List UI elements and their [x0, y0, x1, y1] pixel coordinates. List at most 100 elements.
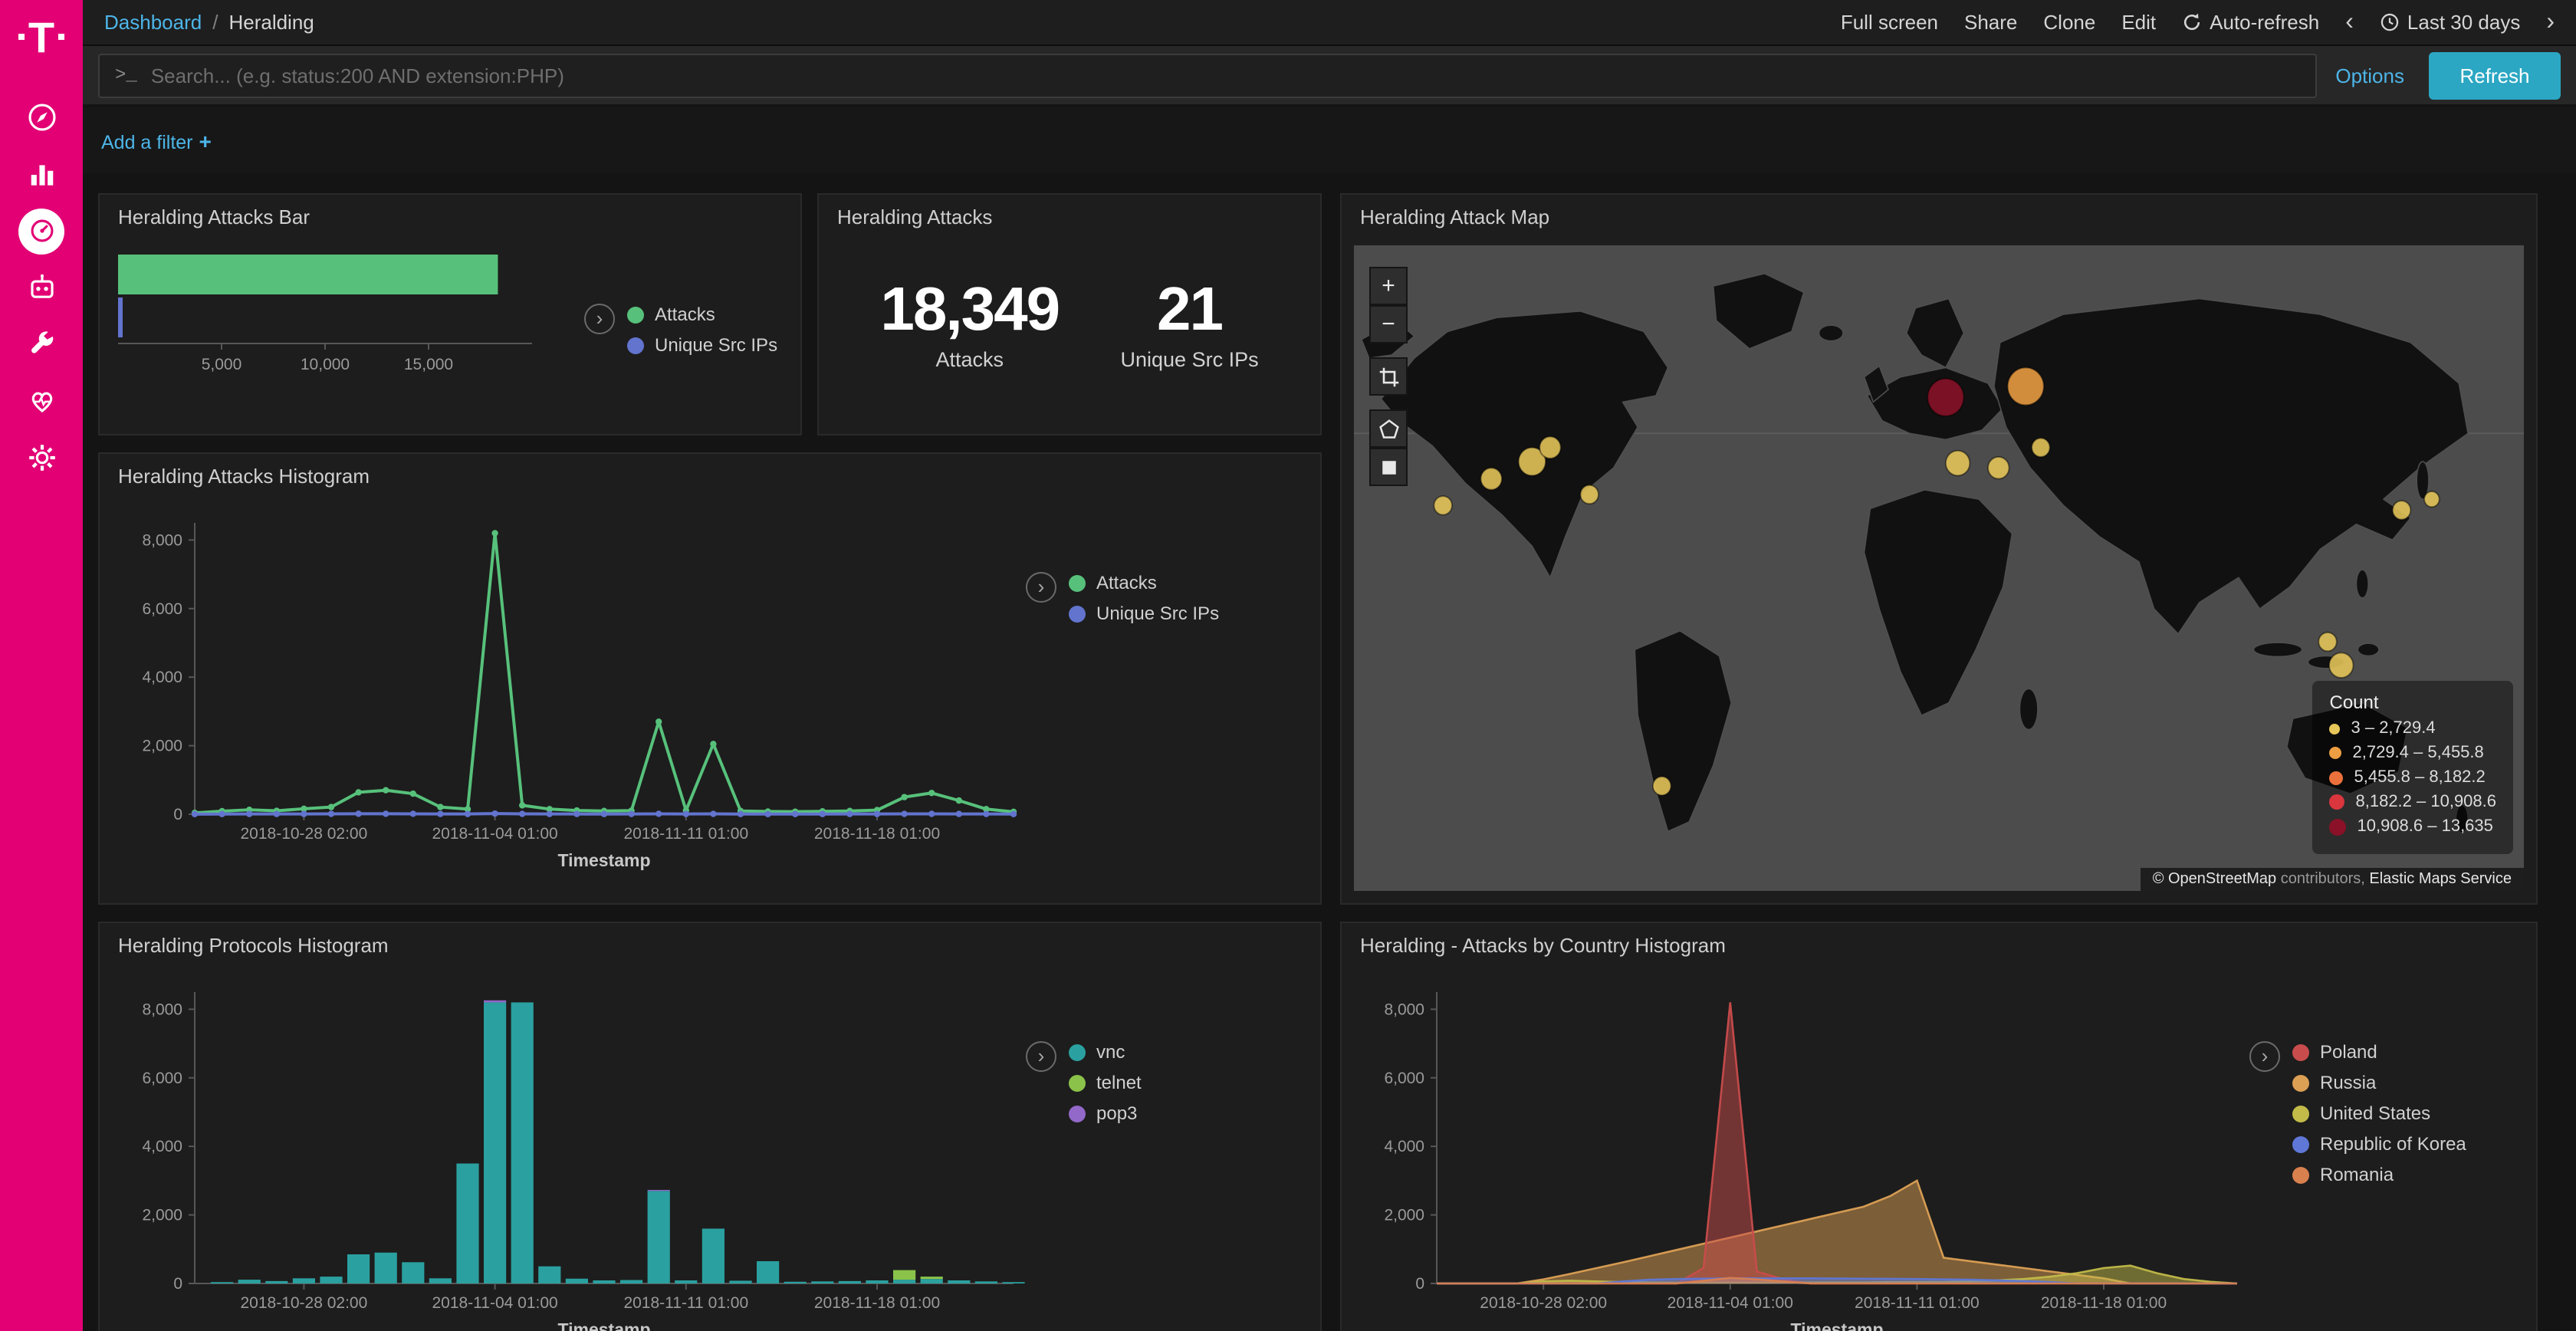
legend-item[interactable]: Republic of Korea	[2292, 1133, 2466, 1155]
svg-text:8,000: 8,000	[1384, 1001, 1424, 1018]
query-bar: >_ Options Refresh	[83, 46, 2576, 106]
edit-button[interactable]: Edit	[2121, 11, 2156, 34]
share-button[interactable]: Share	[1964, 11, 2017, 34]
logo-t: T	[28, 18, 54, 58]
attack-marker[interactable]	[1539, 436, 1561, 458]
time-forward-chevron-icon[interactable]: ›	[2546, 12, 2555, 33]
refresh-button[interactable]: Refresh	[2429, 51, 2561, 99]
attack-marker[interactable]	[1946, 451, 1970, 476]
legend-item[interactable]: pop3	[1069, 1103, 1142, 1124]
svg-text:Timestamp: Timestamp	[557, 850, 650, 870]
legend-item[interactable]: Attacks	[1069, 572, 1219, 593]
attack-marker[interactable]	[1580, 485, 1598, 504]
map-legend-label: 5,455.8 – 8,182.2	[2354, 768, 2486, 787]
legend-item[interactable]: Poland	[2292, 1041, 2466, 1063]
svg-text:2018-11-18 01:00: 2018-11-18 01:00	[2041, 1294, 2167, 1312]
zoom-out-button[interactable]: −	[1369, 305, 1408, 343]
attack-marker[interactable]	[2329, 652, 2354, 678]
sidebar-item-dev-tools[interactable]	[0, 316, 83, 373]
auto-refresh-button[interactable]: Auto-refresh	[2182, 11, 2319, 34]
fit-bounds-button[interactable]	[1369, 357, 1408, 396]
map-legend-dot-icon	[2330, 794, 2345, 810]
wrench-icon	[25, 328, 58, 360]
panel-attacks-metric: Heralding Attacks 18,349 Attacks 21 Uniq…	[817, 193, 1322, 435]
time-back-chevron-icon[interactable]: ‹	[2345, 12, 2354, 33]
gauge-icon	[18, 208, 64, 254]
philippines	[2356, 570, 2368, 598]
clone-button[interactable]: Clone	[2043, 11, 2095, 34]
time-range-picker[interactable]: Last 30 days	[2380, 11, 2520, 34]
legend-item[interactable]: Russia	[2292, 1072, 2466, 1093]
attack-marker[interactable]	[1480, 468, 1502, 490]
draw-polygon-button[interactable]	[1369, 409, 1408, 448]
kibana-dashboard: T	[0, 0, 2576, 1331]
sidebar-item-discover[interactable]	[0, 89, 83, 146]
logo-dot-right	[58, 34, 64, 40]
panel-attack-map: Heralding Attack Map	[1340, 193, 2538, 905]
svg-text:10,000: 10,000	[301, 356, 350, 373]
attacks-line-chart[interactable]: 02,0004,0006,0008,0002018-10-28 02:00201…	[109, 501, 1026, 888]
full-screen-button[interactable]: Full screen	[1841, 11, 1938, 34]
telekom-logo[interactable]: T	[19, 0, 64, 89]
draw-rectangle-button[interactable]	[1369, 448, 1408, 486]
zoom-in-button[interactable]: +	[1369, 267, 1408, 305]
attack-marker[interactable]	[2393, 501, 2411, 520]
attack-marker[interactable]	[1653, 777, 1671, 796]
world-map[interactable]: + − Count	[1354, 245, 2524, 891]
attack-marker[interactable]	[1434, 496, 1452, 515]
protocols-bar-chart[interactable]: 02,0004,0006,0008,0002018-10-28 02:00201…	[109, 971, 1026, 1331]
metric-attacks: 18,349 Attacks	[880, 276, 1059, 371]
attack-marker[interactable]	[1927, 379, 1963, 416]
attack-marker[interactable]	[2318, 633, 2337, 652]
openstreetmap-link[interactable]: © OpenStreetMap	[2153, 871, 2277, 888]
attacks-bar-chart[interactable]: 5,00010,00015,000	[115, 242, 563, 432]
legend-label: vnc	[1096, 1041, 1125, 1063]
options-link[interactable]: Options	[2335, 64, 2404, 87]
attack-marker[interactable]	[1988, 457, 2009, 479]
polygon-icon	[1378, 418, 1399, 439]
search-input[interactable]	[151, 64, 2301, 87]
map-legend-dot-icon	[2330, 818, 2347, 835]
legend-collapse-chevron-icon[interactable]: ›	[584, 304, 615, 334]
metric-value: 18,349	[880, 276, 1059, 345]
legend-item[interactable]: vnc	[1069, 1041, 1142, 1063]
svg-text:2018-11-04 01:00: 2018-11-04 01:00	[1668, 1294, 1793, 1312]
heartbeat-icon	[25, 385, 58, 417]
sidebar-item-dashboard[interactable]	[0, 202, 83, 259]
legend-collapse-chevron-icon[interactable]: ›	[1026, 572, 1056, 603]
legend-label: Russia	[2320, 1072, 2376, 1093]
svg-text:2018-10-28 02:00: 2018-10-28 02:00	[1480, 1294, 1607, 1312]
legend-item[interactable]: United States	[2292, 1103, 2466, 1124]
refresh-cycle-icon	[2182, 12, 2202, 32]
legend-label: Poland	[2320, 1041, 2377, 1063]
filter-bar: Add a filter+	[83, 107, 2576, 173]
legend-item[interactable]: Unique Src IPs	[627, 334, 777, 356]
legend-item[interactable]: Romania	[2292, 1164, 2466, 1185]
attack-marker[interactable]	[2424, 491, 2440, 507]
map-legend-item: 3 – 2,729.4	[2330, 719, 2497, 738]
sidebar-item-attack-analyzer[interactable]	[0, 259, 83, 316]
sidebar-item-management[interactable]	[0, 429, 83, 486]
panel-protocols-histogram: Heralding Protocols Histogram 02,0004,00…	[98, 922, 1322, 1331]
elastic-maps-link[interactable]: Elastic Maps Service	[2369, 871, 2512, 888]
legend-label: Attacks	[1096, 572, 1157, 593]
bar-chart-icon	[25, 158, 58, 190]
legend-collapse-chevron-icon[interactable]: ›	[2249, 1041, 2280, 1072]
breadcrumb-dashboard[interactable]: Dashboard	[104, 11, 202, 34]
svg-text:8,000: 8,000	[142, 531, 182, 549]
attack-marker[interactable]	[2008, 367, 2044, 405]
attack-marker[interactable]	[2032, 438, 2050, 457]
map-legend-dot-icon	[2330, 723, 2341, 734]
legend-item[interactable]: telnet	[1069, 1072, 1142, 1093]
madagascar	[2019, 689, 2038, 729]
sidebar-item-monitoring[interactable]	[0, 373, 83, 429]
panel-title: Heralding Attack Map	[1342, 195, 2536, 239]
legend-item[interactable]: Attacks	[627, 304, 777, 325]
legend-item[interactable]: Unique Src IPs	[1069, 603, 1219, 624]
sidebar-item-visualize[interactable]	[0, 146, 83, 202]
map-legend-item: 2,729.4 – 5,455.8	[2330, 744, 2497, 762]
legend-collapse-chevron-icon[interactable]: ›	[1026, 1041, 1056, 1072]
country-area-chart[interactable]: 02,0004,0006,0008,0002018-10-28 02:00201…	[1351, 971, 2249, 1331]
legend-color-dot-icon	[2292, 1074, 2309, 1091]
add-filter-button[interactable]: Add a filter+	[101, 128, 212, 153]
